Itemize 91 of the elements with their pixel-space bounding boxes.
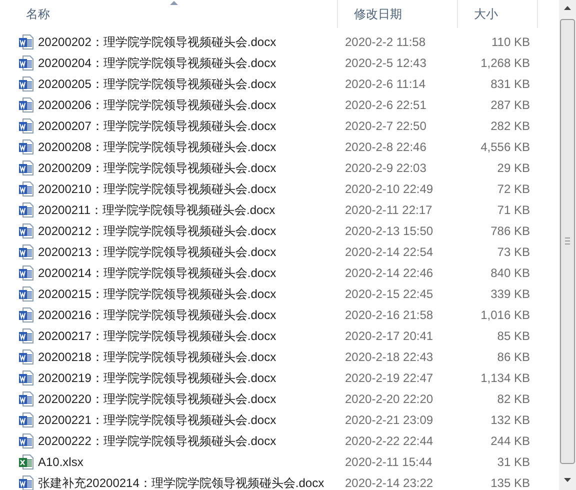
- word-document-icon: [18, 118, 34, 134]
- file-name[interactable]: 20200220：理学院学院领导视频碰头会.docx: [38, 390, 276, 408]
- modified-date: 2020-2-21 23:09: [344, 412, 434, 428]
- word-document-icon: [18, 138, 34, 154]
- file-name[interactable]: 20200208：理学院学院领导视频碰头会.docx: [38, 138, 276, 156]
- file-size: 1,268 KB: [480, 54, 530, 72]
- file-name[interactable]: A10.xlsx: [38, 452, 84, 470]
- file-name[interactable]: 20200205：理学院学院领导视频碰头会.docx: [38, 74, 276, 92]
- column-header[interactable]: 修改日期: [346, 5, 402, 23]
- file-name[interactable]: 20200213：理学院学院领导视频碰头会.docx: [38, 242, 276, 260]
- file-size: 4,556 KB: [480, 138, 530, 156]
- file-name[interactable]: 20200217：理学院学院领导视频碰头会.docx: [38, 326, 276, 344]
- word-document-icon: [18, 370, 34, 386]
- file-name[interactable]: 20200204：理学院学院领导视频碰头会.docx: [38, 54, 276, 72]
- word-document-icon: [18, 328, 34, 344]
- file-name[interactable]: 20200219：理学院学院领导视频碰头会.docx: [38, 368, 276, 386]
- modified-date: 2020-2-8 22:46: [344, 138, 428, 156]
- file-size: 73 KB: [496, 244, 530, 260]
- file-name[interactable]: 20200216：理学院学院领导视频碰头会.docx: [38, 306, 276, 324]
- word-document-icon: [18, 202, 34, 218]
- spreadsheet-icon: [18, 454, 34, 470]
- word-document-icon: [18, 222, 34, 238]
- column-header[interactable]: 名称: [18, 5, 50, 23]
- word-document-icon: [18, 160, 34, 176]
- file-size: 86 KB: [496, 348, 530, 366]
- modified-date: 2020-2-6 22:51: [344, 96, 428, 114]
- modified-date: 2020-2-11 15:44: [344, 454, 434, 470]
- modified-date: 2020-2-13 15:50: [344, 222, 434, 240]
- file-size: 71 KB: [496, 202, 530, 218]
- file-name[interactable]: 20200218：理学院学院领导视频碰头会.docx: [38, 348, 276, 366]
- file-name[interactable]: 20200221：理学院学院领导视频碰头会.docx: [38, 410, 276, 428]
- modified-date: 2020-2-14 22:54: [344, 244, 434, 260]
- word-document-icon: [18, 54, 34, 70]
- modified-date: 2020-2-6 11:14: [344, 76, 427, 92]
- word-document-icon: [18, 96, 34, 112]
- file-size: 282 KB: [490, 118, 530, 134]
- file-name[interactable]: 20200214：理学院学院领导视频碰头会.docx: [38, 264, 276, 282]
- file-size: 1,134 KB: [480, 370, 530, 386]
- file-name[interactable]: 20200212：理学院学院领导视频碰头会.docx: [38, 222, 276, 240]
- file-size: 85 KB: [496, 328, 530, 344]
- modified-date: 2020-2-10 22:49: [344, 180, 434, 198]
- file-name[interactable]: 20200210：理学院学院领导视频碰头会.docx: [38, 180, 276, 198]
- modified-date: 2020-2-14 22:46: [344, 264, 434, 282]
- file-size: 786 KB: [490, 222, 530, 240]
- word-document-icon: [18, 432, 34, 448]
- modified-date: 2020-2-20 22:20: [344, 390, 434, 408]
- word-document-icon: [18, 264, 34, 280]
- word-document-icon: [18, 76, 34, 92]
- modified-date: 2020-2-9 22:03: [344, 160, 428, 176]
- word-document-icon: [18, 306, 34, 322]
- modified-date: 2020-2-17 20:41: [344, 328, 434, 344]
- scrollbar[interactable]: [559, 0, 576, 490]
- file-size: 135 KB: [490, 474, 530, 490]
- modified-date: 2020-2-19 22:47: [344, 370, 434, 386]
- word-document-icon: [18, 390, 34, 406]
- word-document-icon: [18, 348, 34, 364]
- column-header[interactable]: 大小: [466, 5, 498, 23]
- modified-date: 2020-2-16 21:58: [344, 306, 434, 324]
- modified-date: 2020-2-22 22:44: [344, 432, 434, 450]
- file-size: 72 KB: [496, 180, 530, 198]
- file-size: 244 KB: [490, 432, 530, 450]
- modified-date: 2020-2-14 23:22: [344, 474, 434, 490]
- file-size: 31 KB: [496, 454, 530, 470]
- word-document-icon: [18, 180, 34, 196]
- modified-date: 2020-2-11 22:17: [344, 202, 434, 218]
- modified-date: 2020-2-7 22:50: [344, 118, 428, 134]
- word-document-icon: [18, 286, 34, 302]
- file-name[interactable]: 20200209：理学院学院领导视频碰头会.docx: [38, 158, 276, 176]
- modified-date: 2020-2-15 22:45: [344, 286, 434, 302]
- modified-date: 2020-2-18 22:43: [344, 348, 434, 366]
- file-size: 29 KB: [496, 160, 530, 176]
- file-size: 287 KB: [490, 96, 530, 114]
- file-size: 110 KB: [490, 34, 530, 50]
- file-size: 132 KB: [490, 412, 530, 428]
- file-size: 339 KB: [490, 286, 530, 302]
- file-name[interactable]: 20200211：理学院学院领导视频碰头会.docx: [38, 200, 276, 218]
- file-name[interactable]: 20200215：理学院学院领导视频碰头会.docx: [38, 284, 276, 302]
- file-name[interactable]: 20200202：理学院学院领导视频碰头会.docx: [38, 32, 276, 50]
- file-size: 831 KB: [490, 76, 530, 92]
- word-document-icon: [18, 412, 34, 428]
- word-document-icon: [18, 34, 34, 50]
- file-name[interactable]: 20200222：理学院学院领导视频碰头会.docx: [38, 432, 276, 450]
- file-size: 82 KB: [496, 390, 530, 408]
- word-document-icon: [18, 244, 34, 260]
- file-name[interactable]: 20200206：理学院学院领导视频碰头会.docx: [38, 96, 276, 114]
- file-size: 840 KB: [490, 264, 530, 282]
- file-name[interactable]: 20200207：理学院学院领导视频碰头会.docx: [38, 116, 276, 134]
- modified-date: 2020-2-5 12:43: [344, 54, 428, 72]
- modified-date: 2020-2-2 11:58: [344, 34, 427, 50]
- file-size: 1,016 KB: [480, 306, 530, 324]
- file-name[interactable]: 张建补充20200214：理学院学院领导视频碰头会.docx: [38, 474, 324, 490]
